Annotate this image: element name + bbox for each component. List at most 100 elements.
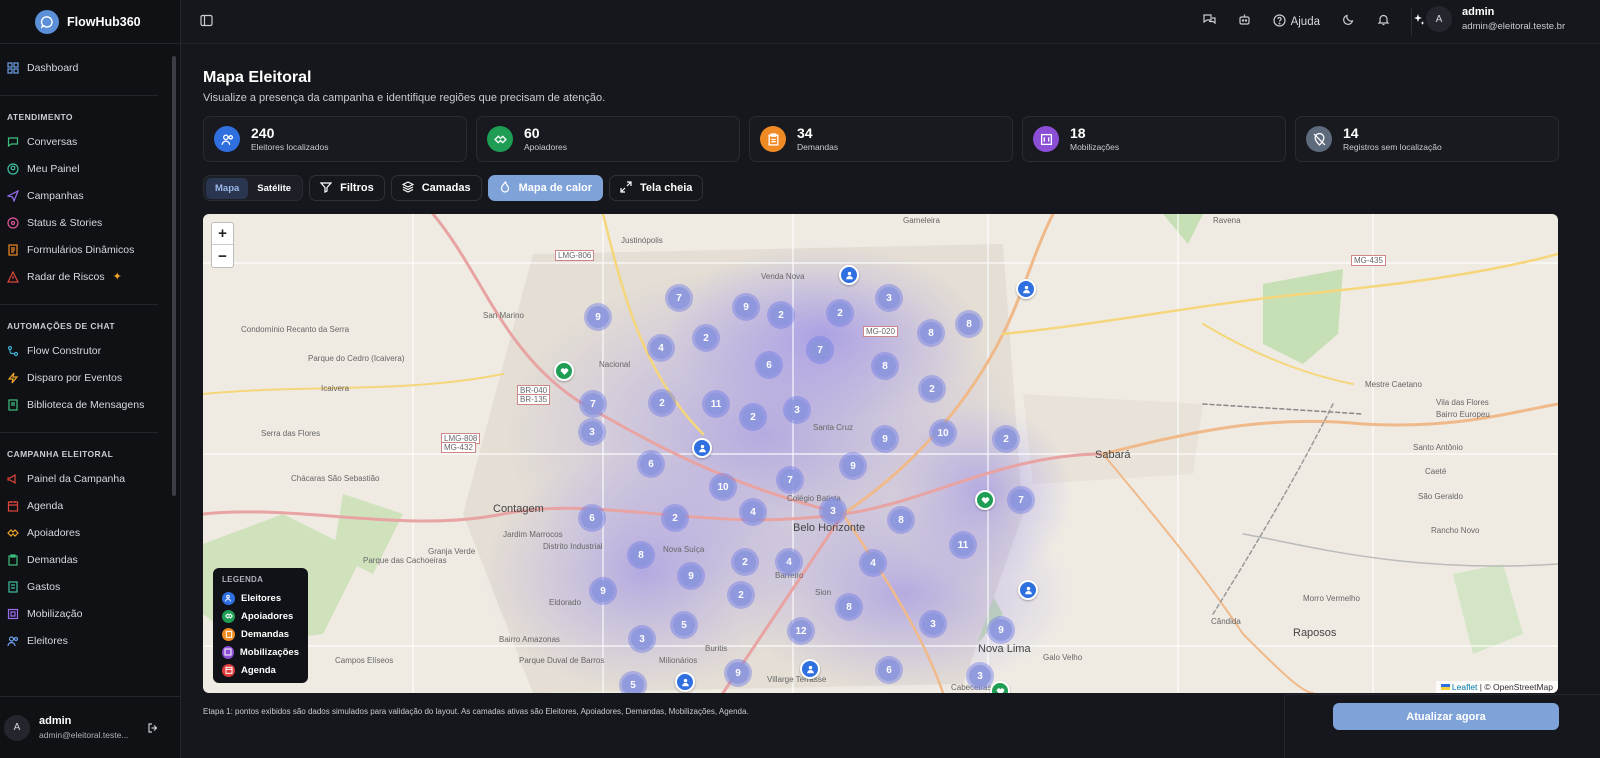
sidebar-item-mobilizacao[interactable]: Mobilização: [0, 600, 172, 627]
cluster-marker[interactable]: 3: [875, 284, 903, 312]
cluster-marker[interactable]: 2: [767, 301, 795, 329]
sparkles-icon[interactable]: [1412, 13, 1425, 31]
zoom-out-button[interactable]: −: [212, 245, 233, 267]
apoiador-marker[interactable]: [975, 490, 995, 510]
cluster-marker[interactable]: 8: [835, 593, 863, 621]
cluster-marker[interactable]: 3: [578, 418, 606, 446]
cluster-marker[interactable]: 2: [918, 375, 946, 403]
cluster-marker[interactable]: 4: [739, 498, 767, 526]
cluster-marker[interactable]: 10: [709, 473, 737, 501]
cluster-marker[interactable]: 9: [677, 562, 705, 590]
cluster-marker[interactable]: 2: [692, 324, 720, 352]
cluster-marker[interactable]: 9: [987, 616, 1015, 644]
sidebar-toggle-icon[interactable]: [200, 14, 213, 32]
cluster-marker[interactable]: 3: [919, 610, 947, 638]
eleitor-marker[interactable]: [692, 438, 712, 458]
cluster-marker[interactable]: 8: [917, 319, 945, 347]
sidebar-item-painel-campanha[interactable]: Painel da Campanha: [0, 465, 172, 492]
stat-card-eleitores[interactable]: 240 Eleitores localizados: [203, 116, 467, 162]
cluster-marker[interactable]: 9: [871, 425, 899, 453]
sidebar-item-agenda[interactable]: Agenda: [0, 492, 172, 519]
sidebar-item-eleitores[interactable]: Eleitores: [0, 627, 172, 654]
cluster-marker[interactable]: 7: [776, 466, 804, 494]
cluster-marker[interactable]: 10: [929, 419, 957, 447]
cluster-marker[interactable]: 2: [992, 425, 1020, 453]
cluster-marker[interactable]: 8: [887, 506, 915, 534]
cluster-marker[interactable]: 3: [819, 497, 847, 525]
fullscreen-button[interactable]: Tela cheia: [609, 175, 704, 201]
cluster-marker[interactable]: 6: [637, 450, 665, 478]
cluster-marker[interactable]: 9: [839, 452, 867, 480]
cluster-marker[interactable]: 7: [579, 390, 607, 418]
sidebar-item-status-stories[interactable]: Status & Stories: [0, 209, 172, 236]
cluster-marker[interactable]: 7: [1007, 486, 1035, 514]
cluster-marker[interactable]: 2: [731, 548, 759, 576]
eleitor-marker[interactable]: [800, 659, 820, 679]
cluster-marker[interactable]: 8: [627, 541, 655, 569]
help-button[interactable]: Ajuda: [1272, 14, 1320, 30]
sidebar-scrollbar[interactable]: [172, 56, 176, 496]
stat-card-demandas[interactable]: 34 Demandas: [749, 116, 1013, 162]
cluster-marker[interactable]: 9: [732, 293, 760, 321]
sidebar-item-flow-construtor[interactable]: Flow Construtor: [0, 337, 172, 364]
refresh-button[interactable]: Atualizar agora: [1333, 703, 1559, 730]
leaflet-link[interactable]: Leaflet: [1452, 682, 1478, 692]
osm-attribution[interactable]: | © OpenStreetMap: [1480, 682, 1553, 692]
moon-icon[interactable]: [1342, 13, 1355, 31]
cluster-marker[interactable]: 5: [619, 671, 647, 693]
cluster-marker[interactable]: 11: [949, 531, 977, 559]
sidebar-item-apoiadores[interactable]: Apoiadores: [0, 519, 172, 546]
cluster-marker[interactable]: 3: [628, 625, 656, 653]
sidebar-item-biblioteca[interactable]: Biblioteca de Mensagens: [0, 391, 172, 418]
cluster-marker[interactable]: 11: [702, 390, 730, 418]
sidebar-item-radar-riscos[interactable]: Radar de Riscos ✦: [0, 263, 172, 290]
cluster-marker[interactable]: 6: [755, 351, 783, 379]
cluster-marker[interactable]: 6: [875, 656, 903, 684]
stat-card-apoiadores[interactable]: 60 Apoiadores: [476, 116, 740, 162]
eleitor-marker[interactable]: [839, 265, 859, 285]
cluster-marker[interactable]: 4: [859, 549, 887, 577]
cluster-marker[interactable]: 9: [584, 303, 612, 331]
cluster-marker[interactable]: 5: [670, 611, 698, 639]
bot-icon[interactable]: [1238, 13, 1251, 31]
eleitor-marker[interactable]: [1018, 580, 1038, 600]
bell-icon[interactable]: [1377, 13, 1390, 31]
cluster-marker[interactable]: 2: [826, 299, 854, 327]
logout-icon[interactable]: [147, 721, 159, 739]
layers-button[interactable]: Camadas: [390, 175, 482, 201]
cluster-marker[interactable]: 12: [787, 617, 815, 645]
cluster-marker[interactable]: 6: [578, 504, 606, 532]
cluster-marker[interactable]: 9: [724, 659, 752, 687]
stat-card-mobilizacoes[interactable]: 18 Mobilizações: [1022, 116, 1286, 162]
topbar-user[interactable]: A admin admin@eleitoral.teste.br: [1426, 6, 1565, 32]
sidebar-item-formularios[interactable]: Formulários Dinâmicos: [0, 236, 172, 263]
eleitor-marker[interactable]: [675, 672, 695, 692]
sidebar-item-disparo-eventos[interactable]: Disparo por Eventos: [0, 364, 172, 391]
cluster-marker[interactable]: 8: [871, 352, 899, 380]
stat-card-sem-localizacao[interactable]: 14 Registros sem localização: [1295, 116, 1559, 162]
zoom-in-button[interactable]: +: [212, 223, 233, 245]
satellite-view-button[interactable]: Satélite: [248, 178, 300, 199]
cluster-marker[interactable]: 7: [806, 336, 834, 364]
messages-icon[interactable]: [1202, 13, 1216, 31]
brand[interactable]: FlowHub360: [0, 0, 180, 44]
apoiador-marker[interactable]: [554, 361, 574, 381]
sidebar-item-campanhas[interactable]: Campanhas: [0, 182, 172, 209]
cluster-marker[interactable]: 9: [589, 577, 617, 605]
sidebar-user[interactable]: A admin admin@eleitoral.teste...: [0, 696, 181, 758]
cluster-marker[interactable]: 2: [727, 581, 755, 609]
filters-button[interactable]: Filtros: [309, 175, 385, 201]
cluster-marker[interactable]: 8: [955, 310, 983, 338]
sidebar-item-meu-painel[interactable]: Meu Painel: [0, 155, 172, 182]
cluster-marker[interactable]: 2: [739, 403, 767, 431]
sidebar-item-demandas[interactable]: Demandas: [0, 546, 172, 573]
cluster-marker[interactable]: 3: [783, 396, 811, 424]
heatmap-button[interactable]: Mapa de calor: [487, 175, 603, 201]
map-view-button[interactable]: Mapa: [206, 177, 249, 199]
cluster-marker[interactable]: 2: [661, 504, 689, 532]
eleitor-marker[interactable]: [1016, 279, 1036, 299]
cluster-marker[interactable]: 7: [665, 284, 693, 312]
sidebar-item-gastos[interactable]: Gastos: [0, 573, 172, 600]
cluster-marker[interactable]: 3: [966, 662, 994, 690]
map-canvas[interactable]: Gameleira Ravena Justinópolis Venda Nova LMG…: [203, 214, 1558, 693]
